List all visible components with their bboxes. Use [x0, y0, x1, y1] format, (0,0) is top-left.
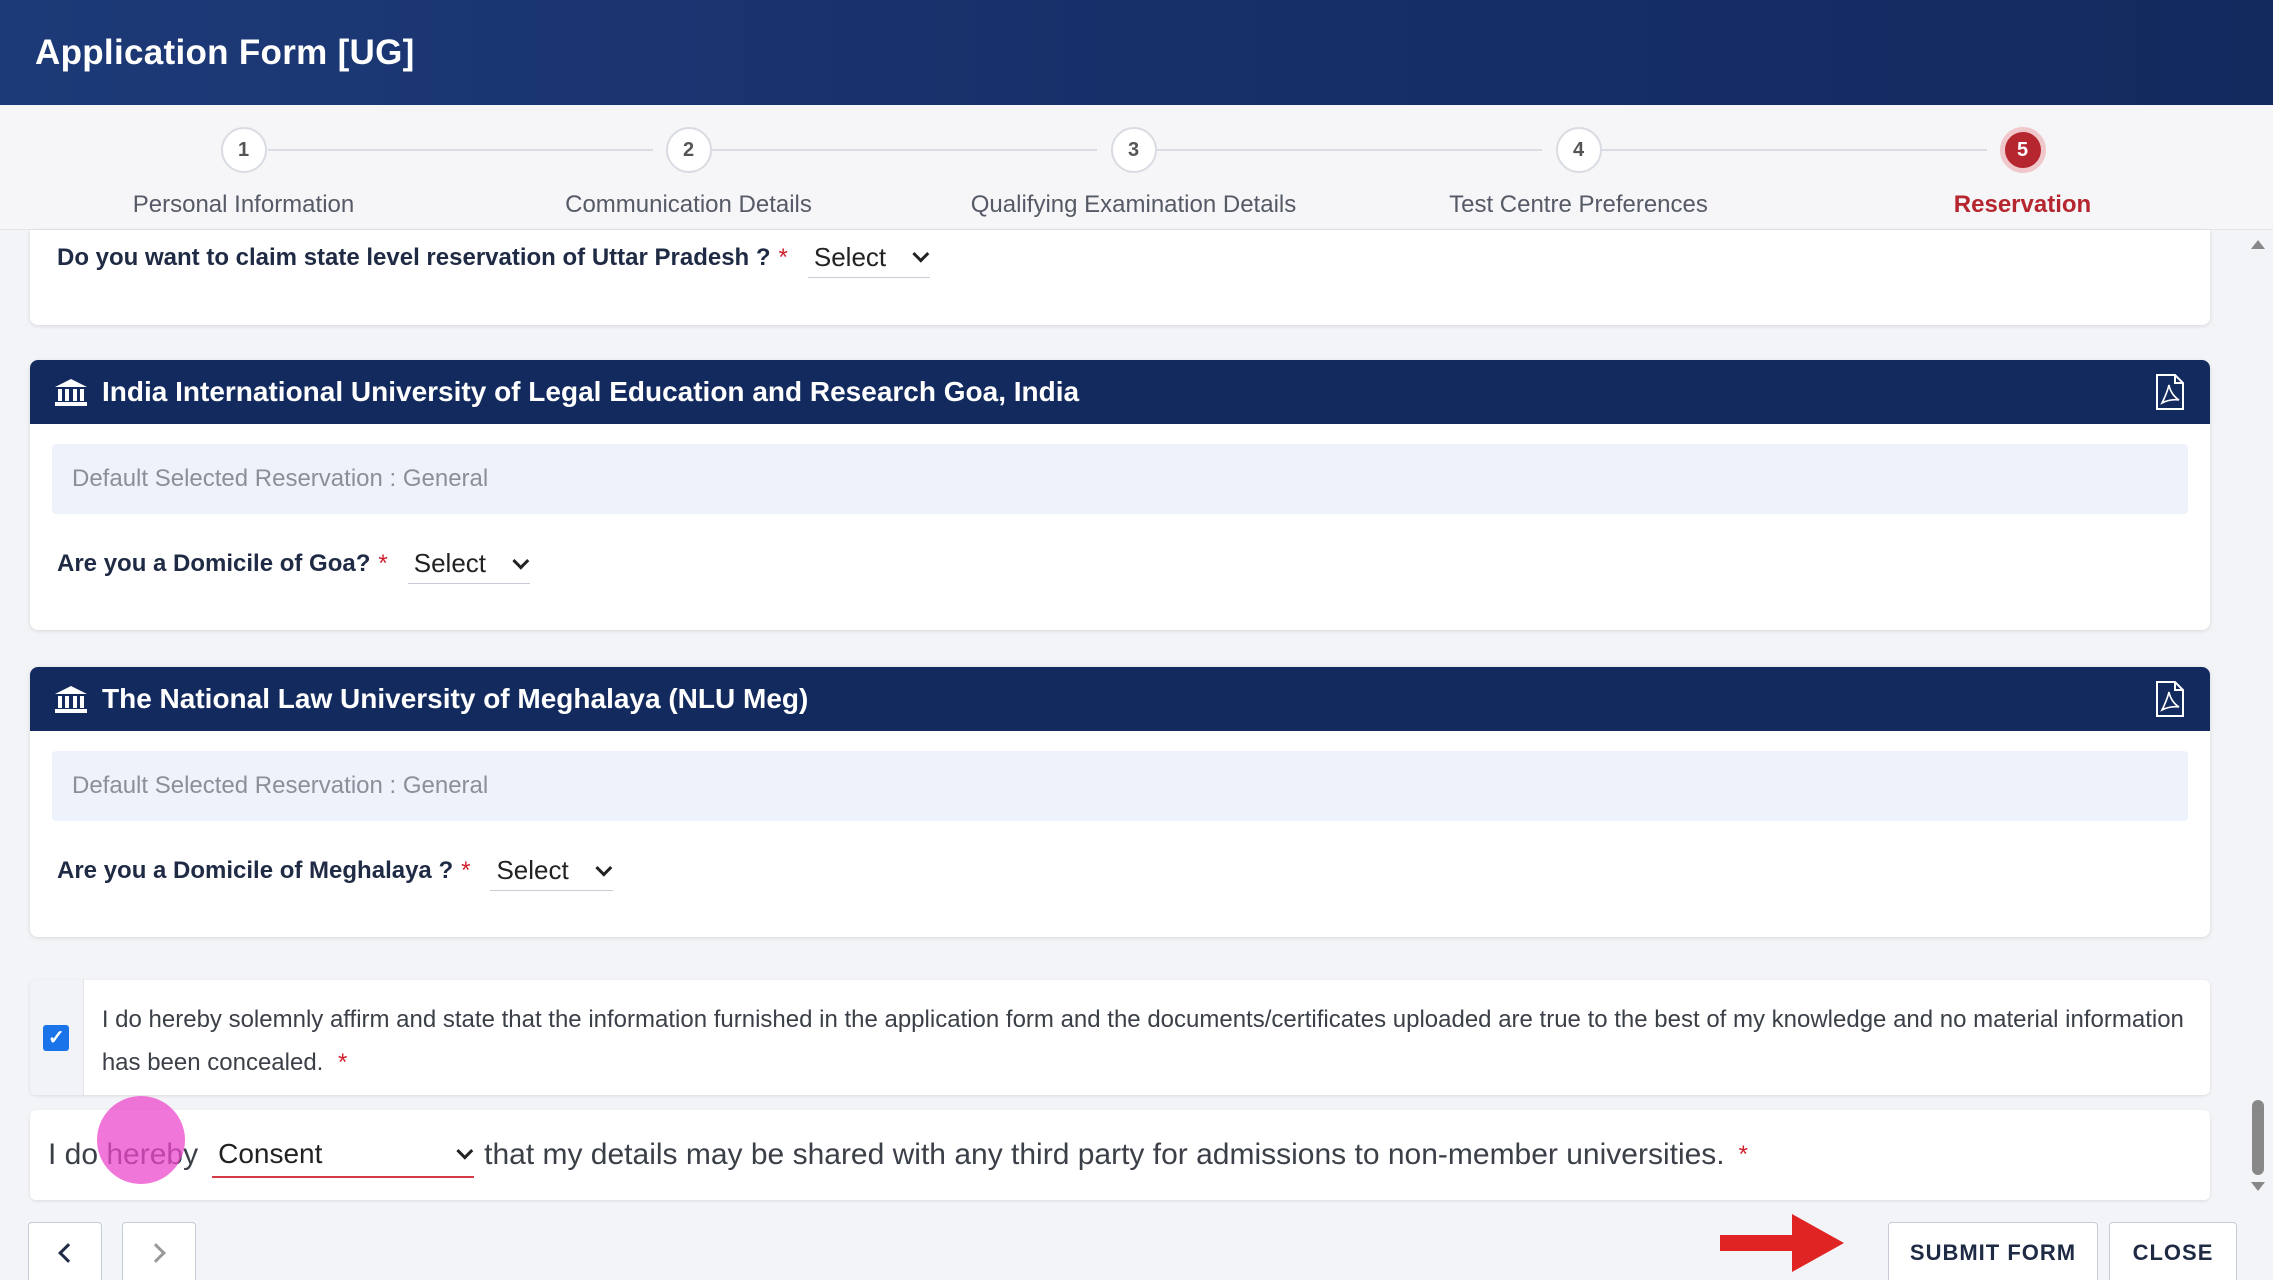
- scroll-down-icon[interactable]: [2251, 1182, 2265, 1191]
- step-test-centre-preferences[interactable]: 4 Test Centre Preferences: [1356, 127, 1801, 219]
- step-number: 4: [1555, 127, 1602, 173]
- default-reservation-info: Default Selected Reservation : General: [52, 751, 2188, 821]
- chevron-down-icon: [912, 245, 930, 263]
- required-mark: *: [338, 1049, 348, 1076]
- cursor-highlight: [97, 1096, 185, 1184]
- declaration-checkbox-zone: ✓: [30, 980, 84, 1095]
- chevron-left-icon: [58, 1243, 78, 1263]
- page-scrollbar[interactable]: [2248, 230, 2268, 1230]
- next-button[interactable]: [122, 1222, 196, 1280]
- chevron-down-icon: [456, 1142, 474, 1160]
- university-header: The National Law University of Meghalaya…: [30, 667, 2210, 731]
- app-header: Application Form [UG]: [0, 0, 2273, 105]
- scrollbar-thumb[interactable]: [2252, 1100, 2264, 1175]
- up-reservation-question: Do you want to claim state level reserva…: [57, 243, 771, 271]
- step-label: Qualifying Examination Details: [970, 191, 1297, 218]
- consent-select[interactable]: Consent: [212, 1132, 475, 1178]
- step-number: 2: [665, 127, 712, 173]
- step-number: 1: [220, 127, 267, 173]
- red-arrow-icon: [1720, 1214, 1844, 1272]
- required-mark: *: [778, 243, 788, 271]
- required-mark: *: [1738, 1141, 1748, 1168]
- consent-box: I do hereby Consent that my details may …: [30, 1110, 2210, 1200]
- university-card-meghalaya: The National Law University of Meghalaya…: [30, 667, 2210, 937]
- select-value: Select: [496, 855, 569, 885]
- scroll-up-icon[interactable]: [2251, 240, 2265, 249]
- chevron-down-icon: [595, 859, 613, 877]
- meghalaya-domicile-select[interactable]: Select: [490, 851, 613, 891]
- select-value: Consent: [218, 1138, 323, 1169]
- step-number: 3: [1110, 127, 1157, 173]
- step-reservation[interactable]: 5 Reservation: [1800, 127, 2245, 219]
- step-communication-details[interactable]: 2 Communication Details: [466, 127, 911, 219]
- step-label: Reservation: [1953, 191, 2092, 218]
- university-card-goa: India International University of Legal …: [30, 360, 2210, 630]
- required-mark: *: [461, 857, 471, 884]
- university-header: India International University of Legal …: [30, 360, 2210, 424]
- declaration-box: ✓ I do hereby solemnly affirm and state …: [30, 980, 2210, 1095]
- domicile-question: Are you a Domicile of Goa?: [57, 550, 371, 577]
- up-reservation-card: Do you want to claim state level reserva…: [30, 230, 2210, 325]
- chevron-right-icon: [146, 1243, 166, 1263]
- required-mark: *: [378, 550, 388, 577]
- submit-form-button[interactable]: SUBMIT FORM: [1888, 1222, 2098, 1280]
- declaration-checkbox[interactable]: ✓: [43, 1024, 70, 1051]
- step-personal-information[interactable]: 1 Personal Information: [21, 127, 466, 219]
- university-name: India International University of Legal …: [102, 376, 1080, 407]
- step-number: 5: [1999, 127, 2046, 173]
- chevron-down-icon: [512, 552, 530, 570]
- university-name: The National Law University of Meghalaya…: [102, 683, 809, 714]
- goa-domicile-select[interactable]: Select: [407, 544, 531, 584]
- step-label: Communication Details: [565, 191, 812, 218]
- declaration-text: I do hereby solemnly affirm and state th…: [101, 1006, 2184, 1076]
- select-value: Select: [413, 548, 487, 578]
- declaration-text-block: I do hereby solemnly affirm and state th…: [84, 980, 2210, 1095]
- consent-suffix: that my details may be shared with any t…: [484, 1138, 1725, 1171]
- close-button[interactable]: CLOSE: [2109, 1222, 2237, 1280]
- pdf-icon[interactable]: [2154, 680, 2186, 718]
- previous-button[interactable]: [28, 1222, 102, 1280]
- pdf-icon[interactable]: [2154, 373, 2186, 411]
- step-qualifying-examination-details[interactable]: 3 Qualifying Examination Details: [911, 127, 1356, 219]
- step-label: Test Centre Preferences: [1449, 191, 1708, 218]
- domicile-question: Are you a Domicile of Meghalaya ?: [57, 857, 454, 884]
- institution-icon: [55, 379, 87, 406]
- default-reservation-info: Default Selected Reservation : General: [52, 444, 2188, 514]
- check-icon: ✓: [48, 1027, 65, 1049]
- select-value: Select: [813, 241, 887, 272]
- institution-icon: [55, 686, 87, 713]
- page-title: Application Form [UG]: [35, 32, 415, 72]
- up-reservation-select[interactable]: Select: [807, 238, 931, 278]
- step-label: Personal Information: [132, 191, 355, 218]
- form-stepper: 1 Personal Information 2 Communication D…: [0, 105, 2273, 230]
